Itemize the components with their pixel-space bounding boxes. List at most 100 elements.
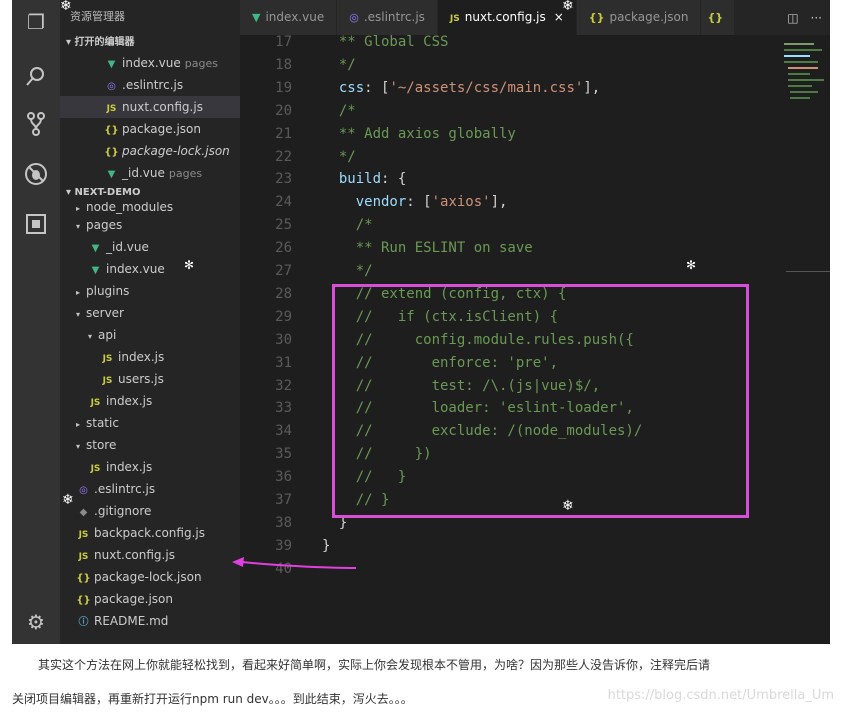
tree-folder[interactable]: ▸ static: [60, 412, 240, 434]
open-editor-label: .eslintrc.js: [122, 78, 184, 92]
tab-0[interactable]: ▼ index.vue: [240, 0, 338, 35]
tree-file[interactable]: JS users.js: [60, 368, 240, 390]
tree-item-label: server: [86, 306, 124, 320]
tree-folder[interactable]: ▸ node_modules: [60, 202, 240, 214]
search-icon[interactable]: [24, 64, 48, 88]
tree-file[interactable]: JS backpack.config.js: [60, 522, 240, 544]
line-number: 24: [275, 194, 292, 211]
tab-1[interactable]: ◎ .eslintrc.js: [337, 0, 438, 35]
code-token: /*: [322, 217, 373, 234]
settings-gear-icon[interactable]: ⚙: [24, 610, 48, 634]
tree-file[interactable]: ▼ _id.vue: [60, 236, 240, 258]
article-caption: 其实这个方法在网上你就能轻松找到，看起来好简单啊，实际上你会发现根本不管用，为啥…: [0, 648, 844, 716]
tree-folder[interactable]: ▾ api: [60, 324, 240, 346]
pointer-arrow: [232, 557, 357, 569]
line-number: 25: [275, 217, 292, 234]
json-icon: {}: [76, 595, 91, 606]
code-token: : {: [381, 171, 407, 188]
open-editor-item[interactable]: ▼ index.vue pages: [60, 52, 240, 74]
tree-item-label: package.json: [94, 592, 174, 606]
tree-file[interactable]: JS index.js: [60, 346, 240, 368]
tree-file[interactable]: ⓘ README.md: [60, 610, 240, 632]
tree-file[interactable]: {} package.json: [60, 588, 240, 610]
code-text: ** Run ESLINT on save: [322, 237, 533, 260]
tree-item-label: index.js: [106, 460, 153, 474]
minimap[interactable]: [776, 35, 830, 644]
open-editor-item[interactable]: ◎ .eslintrc.js: [60, 74, 240, 96]
tree-file[interactable]: {} package-lock.json: [60, 566, 240, 588]
project-header[interactable]: ▾ NEXT-DEMO: [60, 184, 240, 202]
line-number: 17: [275, 34, 292, 50]
split-editor-icon[interactable]: ◫: [787, 11, 798, 25]
code-text: vendor: ['axios'],: [322, 191, 508, 214]
files-icon[interactable]: ❐: [24, 10, 48, 34]
tree-file[interactable]: JS index.js: [60, 390, 240, 412]
line-number: 23: [275, 171, 292, 188]
js-icon: JS: [78, 530, 89, 540]
tree-file[interactable]: ◎ .eslintrc.js: [60, 478, 240, 500]
tree-item-label: _id.vue: [106, 240, 149, 254]
code-token: css: [322, 79, 365, 96]
code-line: 21 ** Add axios globally: [240, 123, 776, 146]
more-actions-icon[interactable]: ···: [811, 11, 822, 25]
line-number: 27: [275, 263, 292, 279]
open-editor-item[interactable]: ▼ _id.vue pages: [60, 162, 240, 184]
line-number: 22: [275, 148, 292, 165]
line-number: 18: [275, 56, 292, 73]
open-editor-label: package.json: [122, 122, 202, 136]
git-icon: ◆: [79, 507, 88, 518]
tree-item-label: users.js: [118, 372, 164, 386]
debug-icon[interactable]: [24, 162, 48, 186]
line-number: 34: [275, 423, 292, 440]
tree-folder[interactable]: ▸ plugins: [60, 280, 240, 302]
tab-label: index.vue: [265, 10, 325, 24]
tab-actions: ◫ ···: [787, 0, 830, 35]
line-number: 39: [275, 537, 292, 554]
code-text: */: [322, 260, 373, 283]
code-text: build: {: [322, 168, 406, 191]
open-editor-item[interactable]: {} package.json: [60, 118, 240, 140]
code-line: 20 /*: [240, 100, 776, 123]
tree-file[interactable]: ◆ .gitignore: [60, 500, 240, 522]
extensions-icon[interactable]: [24, 212, 48, 236]
tab-4[interactable]: {}: [701, 0, 736, 35]
tree-folder[interactable]: ▾ store: [60, 434, 240, 456]
tree-file[interactable]: ▼ index.vue: [60, 258, 240, 280]
open-editor-item[interactable]: JS nuxt.config.js: [60, 96, 240, 118]
tree-folder[interactable]: ▾ server: [60, 302, 240, 324]
js-icon: JS: [102, 354, 113, 364]
tree-item-label: backpack.config.js: [94, 526, 205, 540]
tree-item-label: store: [86, 438, 117, 452]
code-token: ** Add axios globally: [322, 125, 516, 142]
tab-label: package.json: [609, 10, 689, 24]
tab-3[interactable]: {} package.json: [576, 0, 702, 35]
tab-2[interactable]: JS nuxt.config.js ×: [437, 0, 577, 35]
snowflake-decoration: ❄: [562, 0, 574, 14]
code-text: /*: [322, 214, 373, 237]
chevron-icon: ▾: [76, 310, 81, 319]
code-token: : [: [364, 79, 390, 96]
line-number: 28: [275, 285, 292, 302]
tree-item-label: node_modules: [86, 202, 174, 214]
code-token: ],: [490, 194, 508, 211]
open-editor-hint: pages: [168, 167, 203, 180]
vue-icon: ▼: [91, 265, 100, 276]
open-editors-list: ▼ index.vue pages ◎ .eslintrc.js JS nuxt.confi…: [60, 52, 240, 184]
snowflake-decoration: ❄: [62, 492, 74, 508]
code-token: build: [322, 171, 382, 188]
tree-file[interactable]: JS index.js: [60, 456, 240, 478]
source-control-icon[interactable]: [24, 112, 48, 136]
open-editor-item[interactable]: {} package-lock.json: [60, 140, 240, 162]
tree-file[interactable]: JS nuxt.config.js: [60, 544, 240, 566]
open-editors-header[interactable]: ▾ 打开的编辑器: [60, 34, 240, 52]
caption-line-1: 其实这个方法在网上你就能轻松找到，看起来好简单啊，实际上你会发现根本不管用，为啥…: [38, 658, 711, 672]
code-token: : [: [406, 194, 432, 211]
vue-icon: ▼: [252, 11, 261, 24]
chevron-icon: ▸: [76, 420, 81, 429]
line-number: 32: [275, 377, 292, 394]
snowflake-decoration: ❄: [60, 0, 72, 14]
open-editor-label: index.vue: [122, 56, 181, 70]
tree-folder[interactable]: ▾ pages: [60, 214, 240, 236]
vue-icon: ▼: [107, 59, 116, 70]
tree-item-label: static: [86, 416, 119, 430]
